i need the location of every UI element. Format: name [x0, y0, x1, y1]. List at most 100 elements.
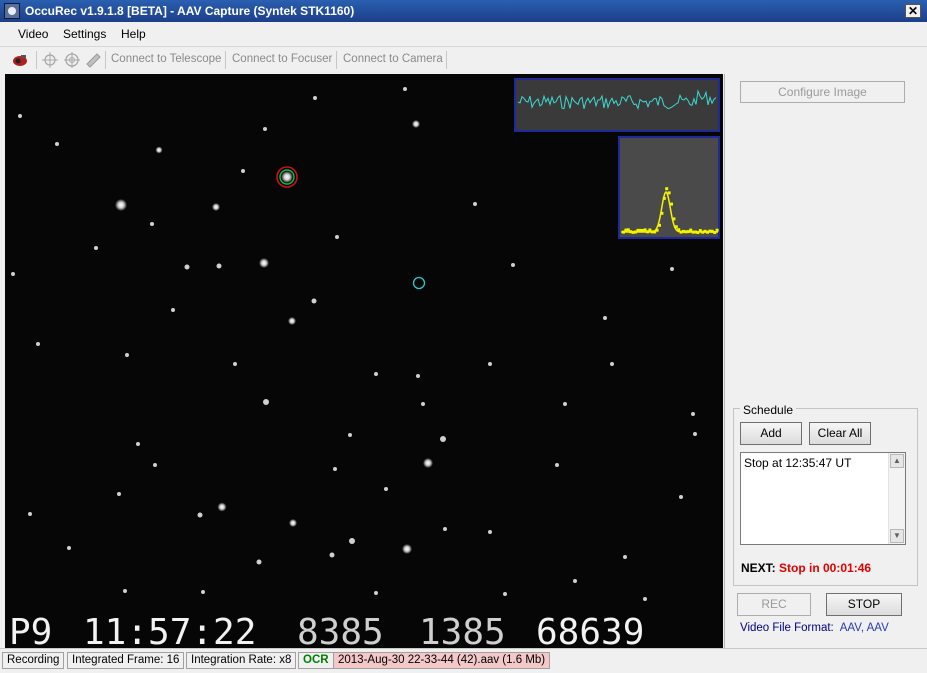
osd-counter-3: 68639: [536, 612, 644, 648]
menu-video[interactable]: Video: [18, 27, 48, 41]
star: [28, 512, 32, 516]
video-file-format-value: AAV, AAV: [839, 622, 889, 634]
star: [197, 512, 203, 518]
star: [55, 142, 59, 146]
star: [263, 127, 267, 131]
add-schedule-button[interactable]: Add: [740, 422, 802, 445]
menu-settings[interactable]: Settings: [63, 27, 106, 41]
app-icon: [4, 3, 20, 19]
schedule-item[interactable]: Stop at 12:35:47 UT: [744, 456, 851, 470]
schedule-list[interactable]: Stop at 12:35:47 UT ▲ ▼: [740, 452, 906, 545]
star-field: P9 11:57:22 8385 1385 68639: [9, 78, 720, 648]
star: [216, 263, 222, 269]
connect-telescope-button[interactable]: Connect to Telescope: [111, 53, 221, 65]
star: [233, 362, 237, 366]
star: [374, 591, 378, 595]
toolbar-separator: [105, 51, 106, 69]
star: [153, 463, 157, 467]
star: [136, 442, 140, 446]
star-profile-panel: [618, 136, 720, 239]
connect-camera-button[interactable]: Connect to Camera: [343, 53, 443, 65]
clear-all-button[interactable]: Clear All: [809, 422, 871, 445]
star: [691, 412, 695, 416]
configure-image-button[interactable]: Configure Image: [740, 81, 905, 103]
toolbar-separator: [336, 51, 337, 69]
star: [503, 592, 507, 596]
star: [115, 199, 127, 211]
star: [679, 495, 683, 499]
star: [256, 559, 262, 565]
guide-star-marker[interactable]: [412, 276, 426, 290]
star: [403, 87, 407, 91]
status-file: 2013-Aug-30 22-33-44 (42).aav (1.6 Mb): [333, 652, 551, 669]
close-button[interactable]: ✕: [905, 4, 921, 18]
toolbar-separator: [446, 51, 447, 69]
star: [333, 467, 337, 471]
star: [511, 263, 515, 267]
star: [311, 298, 317, 304]
target-icon[interactable]: [64, 52, 80, 68]
status-integrated-frame: Integrated Frame: 16: [67, 652, 185, 669]
star: [423, 458, 433, 468]
profile-point: [665, 187, 669, 191]
star: [329, 552, 335, 558]
osd-counter-2: 1385: [419, 612, 506, 648]
star: [201, 590, 205, 594]
star: [603, 316, 607, 320]
star: [670, 267, 674, 271]
star: [67, 546, 71, 550]
osd-time: 11:57:22: [83, 612, 256, 648]
star: [573, 579, 577, 583]
star: [473, 202, 477, 206]
star: [289, 519, 297, 527]
rec-button[interactable]: REC: [737, 593, 811, 616]
next-countdown: Stop in 00:01:46: [779, 561, 872, 575]
star: [184, 264, 190, 270]
stop-button[interactable]: STOP: [826, 593, 902, 616]
star: [563, 402, 567, 406]
connect-focuser-button[interactable]: Connect to Focuser: [232, 53, 332, 65]
video-file-format-label: Video File Format:: [740, 622, 834, 634]
star: [412, 120, 420, 128]
video-file-format: Video File Format: AAV, AAV: [740, 622, 889, 634]
star: [416, 374, 420, 378]
star: [402, 544, 412, 554]
star: [123, 589, 127, 593]
video-display[interactable]: P9 11:57:22 8385 1385 68639: [5, 74, 723, 648]
telescope-icon[interactable]: [85, 52, 101, 68]
star: [155, 146, 163, 154]
scroll-up-icon[interactable]: ▲: [890, 454, 904, 468]
lightcurve-panel: [514, 78, 720, 132]
crosshair-icon[interactable]: [42, 52, 58, 68]
menu-help[interactable]: Help: [121, 27, 146, 41]
star: [288, 317, 296, 325]
star: [374, 372, 378, 376]
toolbar-separator: [225, 51, 226, 69]
schedule-scrollbar[interactable]: ▲ ▼: [888, 453, 905, 544]
toolbar-separator: [36, 51, 37, 69]
window-title: OccuRec v1.9.1.8 [BETA] - AAV Capture (S…: [25, 4, 355, 18]
star: [421, 402, 425, 406]
star: [11, 272, 15, 276]
camera-icon[interactable]: [12, 52, 28, 68]
star: [18, 114, 22, 118]
title-bar: OccuRec v1.9.1.8 [BETA] - AAV Capture (S…: [0, 0, 927, 22]
star: [263, 399, 269, 405]
star: [125, 353, 129, 357]
star: [241, 169, 245, 173]
star: [335, 235, 339, 239]
star: [259, 258, 269, 268]
star: [36, 342, 40, 346]
star: [443, 527, 447, 531]
star: [643, 597, 647, 601]
osd-field: P9: [9, 612, 52, 648]
status-recording: Recording: [2, 652, 65, 669]
scroll-down-icon[interactable]: ▼: [890, 529, 904, 543]
star: [348, 433, 352, 437]
toolbar: Connect to Telescope Connect to Focuser …: [0, 46, 927, 73]
star: [623, 555, 627, 559]
star: [693, 432, 697, 436]
next-event: NEXT: Stop in 00:01:46: [741, 561, 871, 575]
star: [94, 246, 98, 250]
star: [281, 171, 293, 183]
